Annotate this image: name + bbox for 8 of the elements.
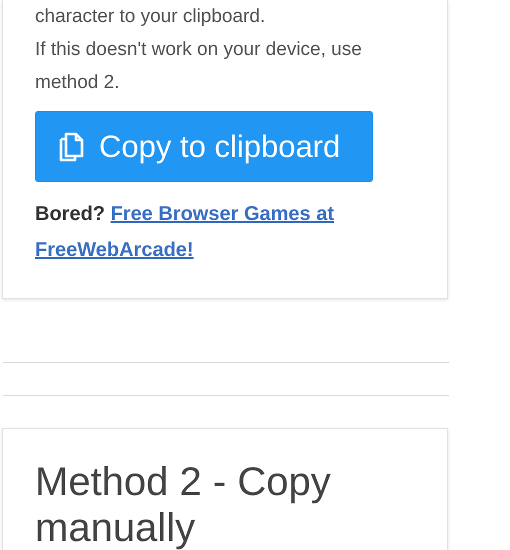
promo-text: Bored?: [35, 203, 105, 225]
section-heading: Method 2 - Copy manually: [35, 459, 332, 550]
copy-icon: [57, 130, 85, 162]
instruction-text: If this doesn't work on your device, use method 2.: [35, 38, 363, 95]
games-link[interactable]: FreeWebArcade!: [35, 239, 194, 261]
instruction-text: character to your clipboard.: [35, 5, 266, 29]
games-link[interactable]: Free Browser Games at: [110, 203, 334, 225]
copy-button[interactable]: Copy to clipboard: [35, 111, 373, 182]
